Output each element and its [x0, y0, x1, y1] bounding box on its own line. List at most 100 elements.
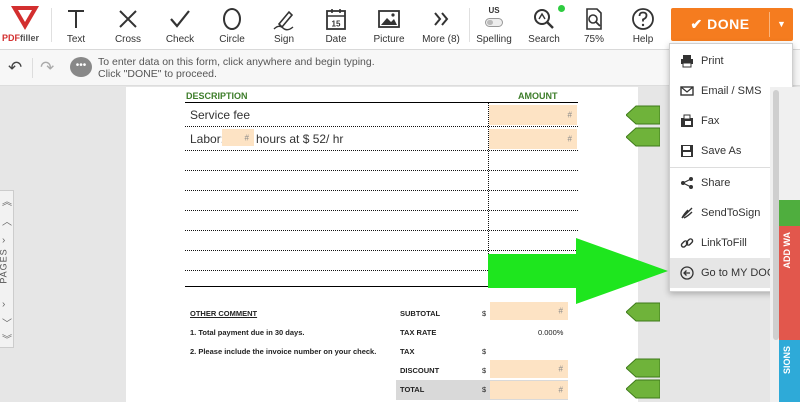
sign-icon: [273, 10, 294, 31]
picture-tool-label: Picture: [373, 34, 405, 45]
field-marker-icon[interactable]: [626, 358, 660, 378]
pages-panel-tab[interactable]: ︽ ︿ › PAGES › ﹀ ︾: [0, 190, 14, 348]
cross-tool-button[interactable]: Cross: [106, 0, 150, 50]
help-label: Help: [632, 34, 654, 45]
tax-rate-label: TAX RATE: [400, 328, 437, 337]
search-button[interactable]: Search: [522, 0, 566, 50]
discount-currency: $: [482, 366, 487, 375]
date-tool-label: Date: [325, 34, 347, 45]
other-comment-heading: OTHER COMMENT: [190, 309, 258, 318]
tax-currency: $: [482, 347, 487, 356]
menu-item-label: LinkToFill: [701, 237, 747, 249]
more-tools-label: More (8): [422, 34, 460, 45]
zoom-button[interactable]: 75%: [572, 0, 616, 50]
link-icon: [680, 238, 694, 248]
labor-rate-text: hours at $ 52/ hr: [256, 132, 344, 146]
service-fee-label: Service fee: [190, 108, 251, 122]
text-tool-label: Text: [66, 34, 86, 45]
row-divider: [185, 210, 578, 211]
calendar-icon: 15: [326, 9, 346, 30]
row-divider: [185, 126, 578, 127]
toolbar-divider: [469, 8, 470, 42]
done-button[interactable]: ✔ DONE ▼: [671, 8, 793, 41]
double-chevron-down-icon[interactable]: ︾: [2, 331, 12, 346]
pdffiller-logo[interactable]: PDFfiller: [0, 0, 50, 50]
field-marker-icon[interactable]: [626, 105, 660, 125]
subtotal-label: SUBTOTAL: [400, 309, 441, 318]
help-button[interactable]: Help: [622, 0, 664, 50]
field-marker-icon[interactable]: [626, 127, 660, 147]
circle-tool-button[interactable]: Circle: [210, 0, 254, 50]
pen-nib-icon: [681, 207, 693, 219]
pointer-arrow-icon: [488, 238, 668, 304]
service-fee-amount-field[interactable]: #: [489, 105, 577, 125]
done-label: DONE: [707, 16, 750, 32]
row-divider: [185, 190, 578, 191]
logo-text: PDFfiller: [2, 33, 40, 43]
check-icon: [170, 10, 190, 28]
tax-label: TAX: [400, 347, 415, 356]
help-icon: [632, 8, 654, 30]
search-label: Search: [528, 34, 560, 45]
menu-item-label: SendToSign: [701, 207, 761, 219]
double-chevron-right-icon: [434, 12, 449, 26]
labor-amount-field[interactable]: #: [489, 129, 577, 149]
cross-icon: [119, 10, 137, 28]
labor-label: Labor:: [190, 132, 225, 146]
chevron-up-icon[interactable]: ︿: [2, 213, 12, 228]
subtotal-currency: $: [482, 309, 487, 318]
description-header: DESCRIPTION: [186, 91, 248, 101]
total-field[interactable]: #: [490, 381, 568, 399]
sign-tool-button[interactable]: Sign: [262, 0, 306, 50]
done-dropdown-toggle[interactable]: ▼: [770, 8, 793, 41]
text-icon: [68, 10, 84, 28]
text-tool-button[interactable]: Text: [56, 0, 96, 50]
checkmark-icon: ✔: [690, 16, 708, 32]
amount-header: AMOUNT: [518, 91, 558, 101]
date-tool-button[interactable]: 15 Date: [314, 0, 358, 50]
row-divider: [185, 230, 578, 231]
add-tab[interactable]: ADD WA: [779, 226, 800, 340]
fax-icon: [681, 114, 693, 127]
double-chevron-up-icon[interactable]: ︽: [2, 193, 12, 208]
comment-bubble-icon: •••: [70, 57, 92, 77]
labor-hours-field[interactable]: #: [222, 129, 254, 146]
menu-item-label: Fax: [701, 115, 720, 127]
pages-label: PAGES: [0, 248, 9, 284]
redo-icon[interactable]: ↷: [40, 58, 54, 78]
subtotal-field[interactable]: #: [490, 302, 568, 320]
share-icon: [681, 177, 693, 189]
sions-tab[interactable]: SIONS: [779, 340, 800, 402]
arrow-left-circle-icon: [680, 266, 694, 280]
picture-tool-button[interactable]: Picture: [366, 0, 412, 50]
hint-text: To enter data on this form, click anywhe…: [98, 56, 375, 80]
chevron-right-icon: ›: [2, 235, 6, 246]
caret-down-icon: ▼: [777, 19, 786, 29]
tax-rate-value: 0.000%: [538, 328, 564, 337]
field-marker-icon[interactable]: [626, 302, 660, 322]
discount-label: DISCOUNT: [400, 366, 440, 375]
chevron-down-icon[interactable]: ﹀: [2, 315, 12, 330]
done-main-button[interactable]: ✔ DONE: [671, 8, 769, 41]
more-tools-button[interactable]: More (8): [418, 0, 464, 50]
svg-text:15: 15: [332, 20, 341, 29]
undo-icon[interactable]: ↶: [8, 58, 22, 78]
check-tool-button[interactable]: Check: [158, 0, 202, 50]
spelling-toggle[interactable]: US Spelling: [472, 0, 516, 50]
picture-icon: [378, 10, 400, 28]
menu-item-label: Email / SMS: [701, 85, 762, 97]
menu-item-print[interactable]: Print: [670, 46, 792, 76]
menu-item-label: Save As: [701, 145, 742, 157]
field-marker-icon[interactable]: [626, 379, 660, 399]
search-status-dot: [558, 5, 565, 12]
row-divider: [185, 150, 578, 151]
green-side-tab[interactable]: [779, 200, 800, 226]
menu-item-label: Print: [701, 55, 724, 67]
zoom-label: 75%: [583, 34, 604, 45]
check-tool-label: Check: [165, 34, 195, 45]
spelling-switch[interactable]: [485, 18, 503, 27]
search-icon: [534, 9, 554, 29]
discount-field[interactable]: #: [490, 360, 568, 378]
printer-icon: [681, 55, 693, 68]
logo-icon: [11, 6, 39, 30]
